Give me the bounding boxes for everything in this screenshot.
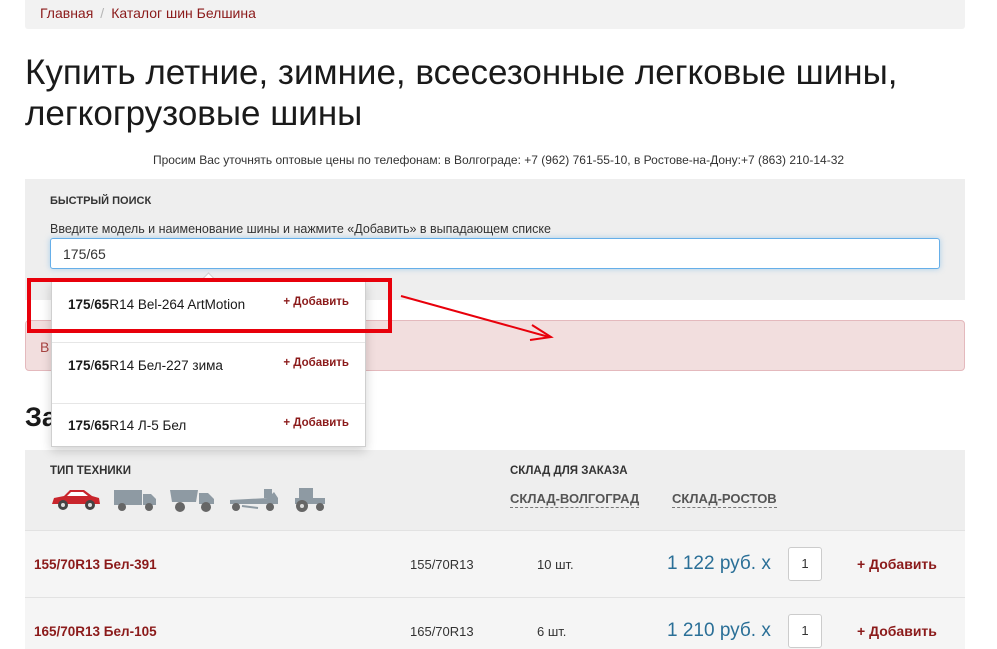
wholesale-notice: Просим Вас уточнять оптовые цены по теле… <box>152 153 845 167</box>
add-button-label: Добавить <box>293 417 349 429</box>
table-row: 155/70R13 Бел-391 155/70R13 10 шт. 1 122… <box>25 530 965 597</box>
warehouse-rostov-tab[interactable]: СКЛАД-РОСТОВ <box>672 491 777 508</box>
dump-truck-icon[interactable] <box>168 486 216 514</box>
breadcrumb: Главная / Каталог шин Белшина <box>25 0 965 29</box>
add-button-label: Добавить <box>293 357 349 369</box>
truck-icon[interactable] <box>112 486 158 514</box>
tire-name-link[interactable]: 165/70R13 Бел-105 <box>34 624 157 639</box>
price: 1 122 руб. х <box>667 553 771 574</box>
breadcrumb-separator: / <box>100 5 105 21</box>
add-button-label: Добавить <box>869 556 937 572</box>
match-highlight: 175 <box>68 418 91 433</box>
tire-size: 155/70R13 <box>410 557 474 572</box>
alert-text: В <box>40 339 50 355</box>
quantity-input[interactable]: 1 <box>788 614 822 648</box>
page-title: Купить летние, зимние, всесезонные легко… <box>25 53 898 133</box>
stock-quantity: 6 шт. <box>537 624 567 639</box>
tire-size: 165/70R13 <box>410 624 474 639</box>
table-row: 165/70R13 Бел-105 165/70R13 6 шт. 1 210 … <box>25 597 965 649</box>
add-to-cart-button[interactable]: + Добавить <box>857 556 937 572</box>
tire-name-link[interactable]: 155/70R13 Бел-391 <box>34 557 157 572</box>
warehouse-volgograd-tab[interactable]: СКЛАД-ВОЛГОГРАД <box>510 491 640 508</box>
annotation-arrow-icon <box>400 295 554 341</box>
annotation-highlight-box <box>27 278 392 333</box>
plus-icon: + <box>283 417 294 429</box>
stock-quantity: 10 шт. <box>537 557 574 572</box>
quick-search-heading: БЫСТРЫЙ ПОИСК <box>50 195 152 207</box>
match-highlight: 175 <box>68 358 91 373</box>
autocomplete-item-name: 175/65R14 Бел-227 зима <box>68 358 223 373</box>
plus-icon: + <box>857 556 870 572</box>
match-highlight: 65 <box>94 418 110 433</box>
tractor-icon[interactable] <box>291 486 329 514</box>
quick-search-hint: Введите модель и наименование шины и наж… <box>50 222 551 236</box>
add-button-label: Добавить <box>869 623 937 639</box>
add-button[interactable]: + Добавить <box>283 357 349 369</box>
autocomplete-item-name: 175/65R14 Л-5 Бел <box>68 418 186 433</box>
item-rest: R14 Бел-227 зима <box>109 358 223 373</box>
autocomplete-item[interactable]: 175/65R14 Л-5 Бел + Добавить <box>52 404 365 447</box>
add-button[interactable]: + Добавить <box>283 417 349 429</box>
add-to-cart-button[interactable]: + Добавить <box>857 623 937 639</box>
warehouse-label: СКЛАД ДЛЯ ЗАКАЗА <box>510 465 628 477</box>
quick-search-input[interactable] <box>50 238 940 269</box>
breadcrumb-current-link[interactable]: Каталог шин Белшина <box>111 5 256 21</box>
quantity-input[interactable]: 1 <box>788 547 822 581</box>
vehicle-type-label: ТИП ТЕХНИКИ <box>50 465 131 477</box>
breadcrumb-home-link[interactable]: Главная <box>40 5 93 21</box>
price: 1 210 руб. х <box>667 620 771 641</box>
table-header: ТИП ТЕХНИКИ СКЛАД ДЛЯ ЗАКАЗА СКЛАД-ВОЛГО… <box>25 450 965 530</box>
match-highlight: 65 <box>94 358 110 373</box>
plus-icon: + <box>857 623 870 639</box>
autocomplete-item[interactable]: 175/65R14 Бел-227 зима + Добавить <box>52 343 365 404</box>
item-rest: R14 Л-5 Бел <box>109 418 187 433</box>
grader-icon[interactable] <box>228 486 280 514</box>
plus-icon: + <box>283 357 294 369</box>
car-icon[interactable] <box>50 486 102 514</box>
